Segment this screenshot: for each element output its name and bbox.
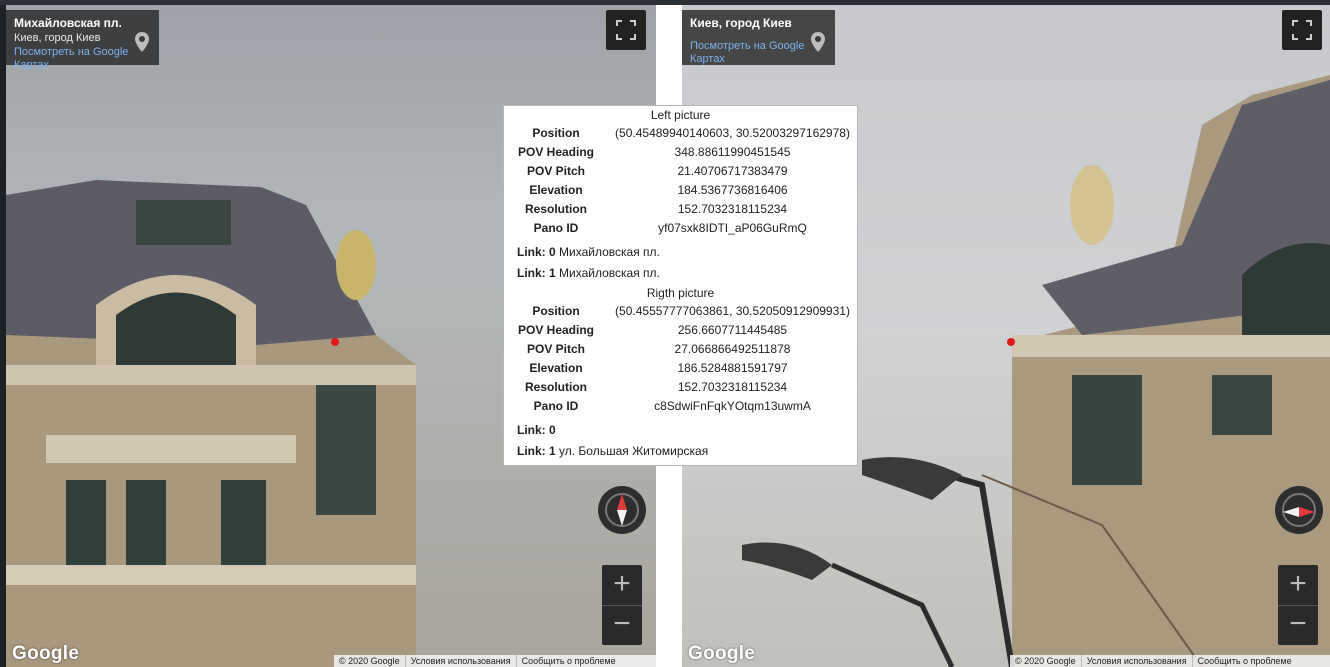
left-maps-link-line1[interactable]: Посмотреть на Google — [14, 46, 151, 59]
info-value: 152.7032318115234 — [677, 202, 788, 216]
left-maps-link-line2[interactable]: Картах — [14, 59, 151, 72]
info-row: Position (50.45489940140603, 30.520032971… — [504, 124, 857, 143]
info-label: Position — [532, 126, 580, 140]
right-compass[interactable] — [1275, 486, 1323, 534]
info-value: 21.40706717383479 — [677, 164, 788, 178]
info-value: 27.066866492511878 — [674, 342, 791, 356]
link-row: Link: 1 Михайловская пл. — [504, 263, 857, 284]
left-report-link[interactable]: Сообщить о проблеме — [515, 655, 621, 667]
right-zoom-in-button[interactable]: + — [1278, 565, 1318, 606]
left-location-card: Михайловская пл. Киев, город Киев Посмот… — [6, 10, 159, 71]
info-label: Elevation — [529, 361, 583, 375]
link-label: Link: 0 — [517, 245, 556, 259]
compass-icon — [605, 493, 639, 527]
info-label: POV Heading — [517, 323, 594, 337]
link-value: Михайловская пл. — [559, 245, 660, 259]
link-label: Link: 1 — [517, 444, 556, 458]
info-label: POV Pitch — [526, 164, 585, 178]
fullscreen-icon — [616, 20, 636, 40]
map-pin-icon[interactable] — [135, 32, 149, 52]
right-location-card: Киев, город Киев Посмотреть на Google Ка… — [682, 10, 835, 65]
info-label: Resolution — [525, 202, 587, 216]
right-place-title: Киев, город Киев — [690, 16, 792, 30]
info-value: (50.45557777063861, 30.52050912909931) — [615, 304, 850, 318]
right-copyright: © 2020 Google — [1015, 656, 1076, 666]
info-row: POV Pitch 21.40706717383479 — [504, 162, 857, 181]
info-row: Pano ID yf07sxk8IDTI_aP06GuRmQ — [504, 219, 857, 238]
info-row: Position (50.45557777063861, 30.520509129… — [504, 302, 857, 321]
compass-icon — [1282, 493, 1316, 527]
left-copyright: © 2020 Google — [339, 656, 400, 666]
info-row: POV Pitch 27.066866492511878 — [504, 340, 857, 359]
info-value: 186.5284881591797 — [677, 361, 788, 375]
left-zoom-out-button[interactable]: − — [602, 605, 642, 645]
info-value: 184.5367736816406 — [677, 183, 788, 197]
left-place-subtitle: Киев, город Киев — [14, 32, 101, 44]
info-label: Position — [532, 304, 580, 318]
link-value: Михайловская пл. — [559, 266, 660, 280]
info-row: Pano ID c8SdwiFnFqkYOtqm13uwmA — [504, 397, 857, 416]
info-row: Resolution 152.7032318115234 — [504, 378, 857, 397]
info-label: Pano ID — [533, 221, 579, 235]
fullscreen-icon — [1292, 20, 1312, 40]
info-value: c8SdwiFnFqkYOtqm13uwmA — [654, 399, 811, 413]
info-row: Elevation 186.5284881591797 — [504, 359, 857, 378]
info-row: POV Heading 348.88611990451545 — [504, 143, 857, 162]
info-label: Pano ID — [533, 399, 579, 413]
left-terms-link[interactable]: Условия использования — [404, 655, 516, 667]
left-marker-dot — [331, 338, 339, 346]
left-footer: © 2020 Google Условия использования Сооб… — [334, 655, 656, 667]
left-picture-heading: Left picture — [650, 108, 711, 122]
right-zoom-control: + − — [1278, 565, 1318, 645]
info-value: yf07sxk8IDTI_aP06GuRmQ — [658, 221, 807, 235]
info-label: POV Pitch — [526, 342, 585, 356]
info-label: Resolution — [525, 380, 587, 394]
right-maps-link-line2[interactable]: Картах — [690, 53, 827, 66]
right-zoom-out-button[interactable]: − — [1278, 605, 1318, 645]
left-view-on-maps-link[interactable]: Посмотреть на Google Картах — [14, 46, 151, 72]
link-label: Link: 0 — [517, 423, 556, 437]
pano-info-panel: Left picture Position (50.45489940140603,… — [503, 105, 858, 466]
info-value: 152.7032318115234 — [677, 380, 788, 394]
info-label: POV Heading — [517, 145, 594, 159]
info-row: POV Heading 256.6607711445485 — [504, 321, 857, 340]
link-row: Link: 0 — [504, 420, 857, 441]
left-place-title: Михайловская пл. — [14, 16, 122, 30]
info-label: Elevation — [529, 183, 583, 197]
right-google-logo: Google — [688, 643, 756, 664]
link-label: Link: 1 — [517, 266, 556, 280]
right-terms-link[interactable]: Условия использования — [1080, 655, 1192, 667]
info-value: 256.6607711445485 — [677, 323, 788, 337]
right-view-on-maps-link[interactable]: Посмотреть на Google Картах — [690, 40, 827, 66]
link-row: Link: 0 Михайловская пл. — [504, 242, 857, 263]
right-maps-link-line1[interactable]: Посмотреть на Google — [690, 40, 827, 53]
right-picture-heading: Rigth picture — [646, 286, 715, 300]
map-pin-icon[interactable] — [811, 32, 825, 52]
right-marker-dot — [1007, 338, 1015, 346]
left-compass[interactable] — [598, 486, 646, 534]
info-row: Elevation 184.5367736816406 — [504, 181, 857, 200]
link-row: Link: 1 ул. Большая Житомирская — [504, 441, 857, 462]
right-fullscreen-button[interactable] — [1282, 10, 1322, 50]
right-report-link[interactable]: Сообщить о проблеме — [1191, 655, 1297, 667]
left-fullscreen-button[interactable] — [606, 10, 646, 50]
left-zoom-control: + − — [602, 565, 642, 645]
left-zoom-in-button[interactable]: + — [602, 565, 642, 606]
info-value: 348.88611990451545 — [674, 145, 791, 159]
info-value: (50.45489940140603, 30.52003297162978) — [615, 126, 850, 140]
left-google-logo: Google — [12, 643, 80, 664]
info-row: Resolution 152.7032318115234 — [504, 200, 857, 219]
link-value: ул. Большая Житомирская — [559, 444, 709, 458]
right-footer: © 2020 Google Условия использования Сооб… — [1010, 655, 1330, 667]
